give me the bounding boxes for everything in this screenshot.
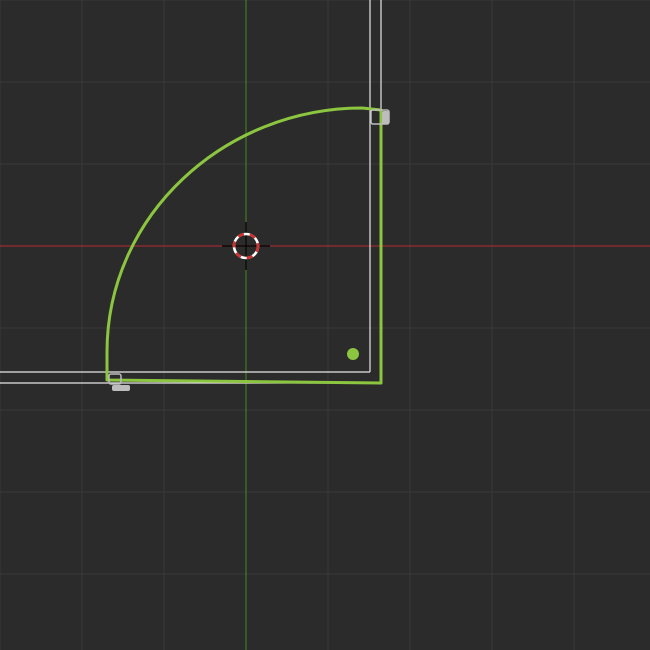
viewport-grid: [0, 0, 650, 650]
viewport-canvas[interactable]: [0, 0, 650, 650]
snap-handles[interactable]: [108, 109, 390, 391]
snap-handle-bottom-fill: [112, 385, 130, 391]
origin-point[interactable]: [347, 348, 359, 360]
3d-cursor[interactable]: [222, 222, 270, 270]
wireframe-walls[interactable]: [0, 0, 382, 384]
snap-handle-top-fill: [382, 111, 389, 124]
3d-viewport[interactable]: [0, 0, 650, 650]
